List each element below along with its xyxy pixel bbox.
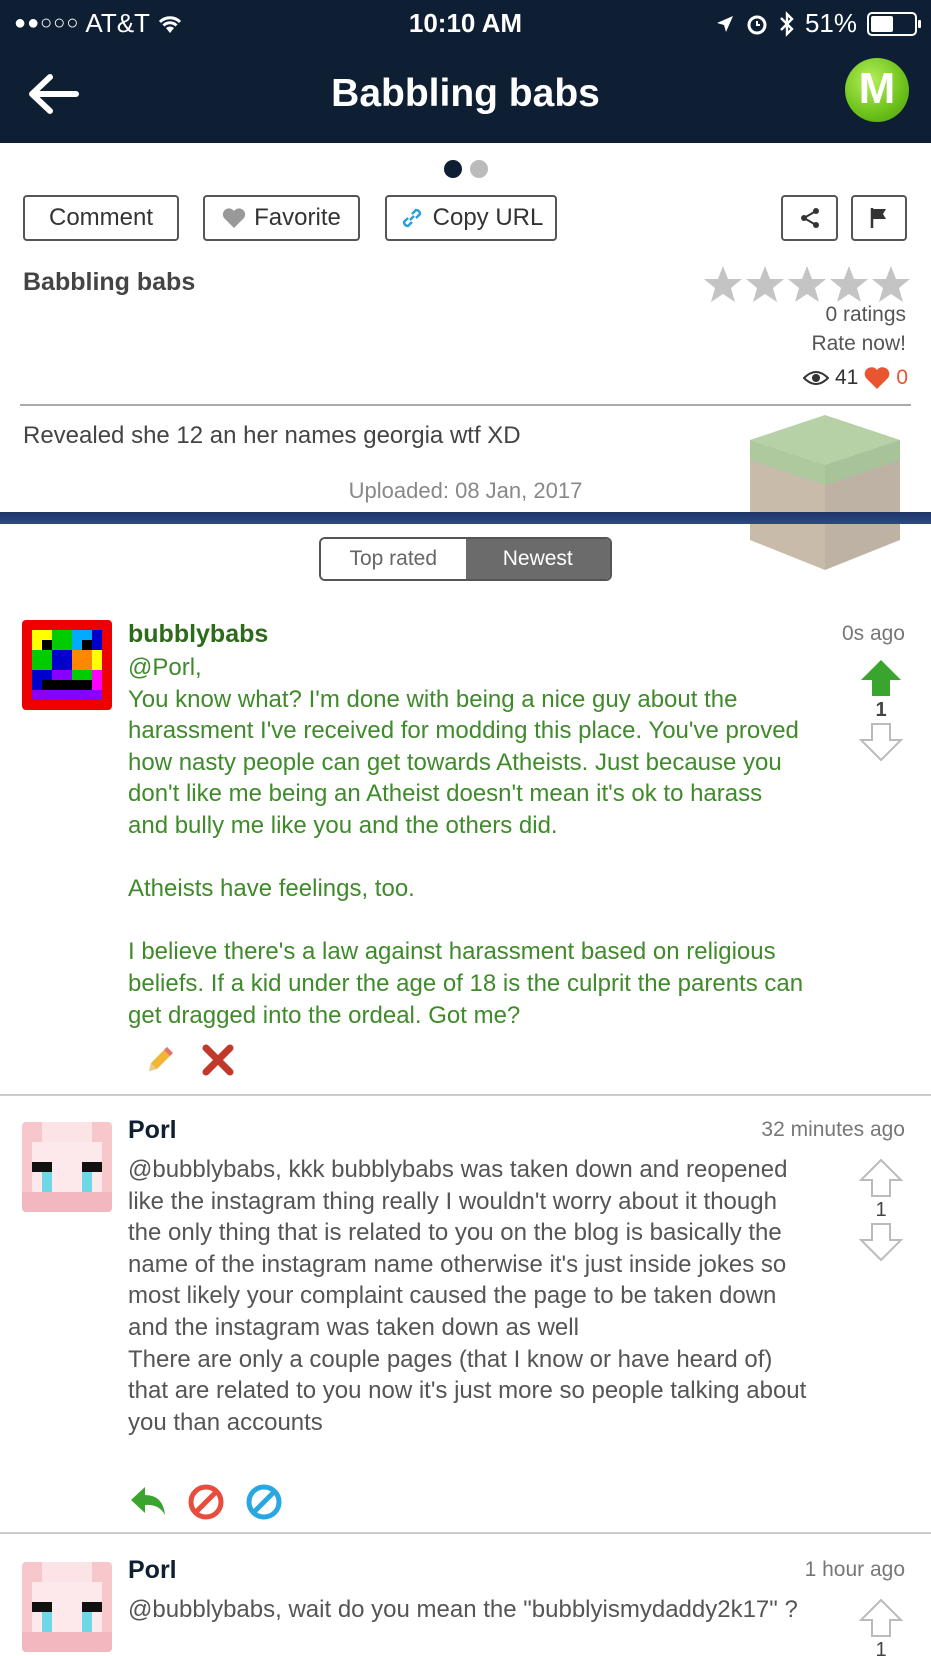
share-button[interactable]	[781, 195, 838, 241]
comment-divider	[0, 1094, 931, 1096]
avatar[interactable]	[22, 1562, 112, 1652]
vote-control: 1	[857, 1158, 905, 1262]
post-stats: 41 0	[802, 366, 908, 390]
comment-time: 1 hour ago	[804, 1558, 905, 1581]
flag-icon	[870, 208, 886, 228]
heart-icon	[223, 208, 246, 228]
star-icon[interactable]	[829, 264, 869, 304]
nav-title: Babbling babs	[331, 72, 600, 115]
share-icon	[800, 208, 819, 228]
comment-body: @Porl, You know what? I'm done with bein…	[128, 654, 804, 1029]
comment-time: 32 minutes ago	[761, 1118, 905, 1141]
post-title: Babbling babs	[23, 268, 196, 296]
comment-item: bubblybabs 0s ago @Porl, You know what? …	[0, 620, 931, 1090]
divider	[20, 404, 911, 406]
link-icon	[402, 208, 421, 228]
star-icon[interactable]	[787, 264, 827, 304]
downvote-arrow-icon[interactable]	[859, 722, 903, 762]
ratings-count: 0 ratings	[825, 303, 906, 326]
block-blue-icon[interactable]	[244, 1482, 284, 1522]
star-icon[interactable]	[703, 264, 743, 304]
top-bar: ●●○○○ AT&T 10:10 AM 51% Babbling babs M	[0, 0, 931, 143]
avatar[interactable]	[22, 620, 112, 710]
comment-author[interactable]: Porl	[128, 1556, 177, 1585]
comment-button[interactable]: Comment	[23, 195, 179, 241]
tab-top-rated[interactable]: Top rated	[321, 539, 466, 579]
reply-arrow-icon[interactable]	[128, 1482, 168, 1522]
location-icon	[716, 15, 733, 32]
view-count: 41	[834, 366, 859, 389]
favorite-button[interactable]: Favorite	[203, 195, 360, 241]
comment-body: @bubblybabs, kkk bubblybabs was taken do…	[128, 1156, 807, 1436]
delete-x-icon[interactable]	[198, 1040, 238, 1080]
bluetooth-icon	[780, 10, 794, 37]
status-bar: ●●○○○ AT&T 10:10 AM 51%	[0, 6, 931, 40]
tab-newest[interactable]: Newest	[465, 539, 610, 579]
vote-control: 1	[857, 1598, 905, 1656]
post-description: Revealed she 12 an her names georgia wtf…	[23, 422, 521, 449]
page-dot[interactable]	[469, 160, 488, 178]
eye-icon	[802, 371, 829, 385]
favorite-button-label: Favorite	[254, 204, 341, 231]
upvote-arrow-icon[interactable]	[859, 658, 903, 698]
edit-pencil-icon[interactable]	[140, 1040, 180, 1080]
app-logo[interactable]: M	[845, 58, 909, 122]
upload-date: Uploaded: 08 Jan, 2017	[348, 478, 583, 503]
section-divider	[0, 512, 931, 524]
comment-item: Porl 1 hour ago @bubblybabs, wait do you…	[0, 1556, 931, 1656]
star-icon[interactable]	[745, 264, 785, 304]
downvote-arrow-icon[interactable]	[859, 1222, 903, 1262]
copy-url-button-label: Copy URL	[432, 204, 544, 231]
vote-control: 1	[857, 658, 905, 762]
comment-sort-tabs: Top rated Newest	[319, 537, 612, 581]
comment-actions	[128, 1482, 284, 1522]
alarm-icon	[747, 15, 767, 34]
avatar[interactable]	[22, 1122, 112, 1212]
vote-score: 1	[875, 699, 887, 721]
comment-item: Porl 32 minutes ago @bubblybabs, kkk bub…	[0, 1116, 931, 1526]
comment-body: @bubblybabs, wait do you mean the "bubbl…	[128, 1596, 798, 1623]
page-indicator	[0, 160, 931, 178]
vote-score: 1	[875, 1639, 887, 1656]
star-icon[interactable]	[871, 264, 911, 304]
comment-button-label: Comment	[48, 204, 154, 231]
battery-icon	[867, 11, 921, 36]
comment-divider	[0, 1532, 931, 1534]
rating-stars[interactable]	[703, 264, 911, 304]
like-count: 0	[896, 366, 908, 389]
upvote-arrow-icon[interactable]	[859, 1158, 903, 1198]
upvote-arrow-icon[interactable]	[859, 1598, 903, 1638]
comment-actions	[140, 1040, 238, 1080]
block-red-icon[interactable]	[186, 1482, 226, 1522]
like-heart-icon[interactable]	[864, 366, 890, 390]
comment-author[interactable]: bubblybabs	[128, 620, 268, 649]
copy-url-button[interactable]: Copy URL	[385, 195, 557, 241]
page-dot-active[interactable]	[443, 160, 462, 178]
rate-now-link[interactable]: Rate now!	[811, 332, 906, 356]
comment-time: 0s ago	[841, 622, 905, 645]
battery-percent: 51%	[804, 8, 857, 38]
flag-button[interactable]	[851, 195, 907, 241]
vote-score: 1	[875, 1199, 887, 1221]
comment-author[interactable]: Porl	[128, 1116, 177, 1145]
